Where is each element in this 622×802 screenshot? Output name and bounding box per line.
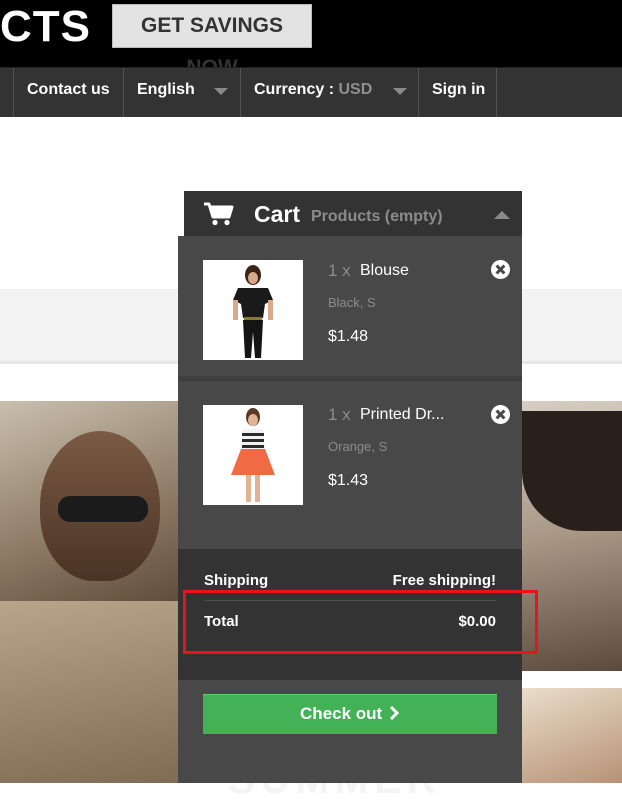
currency-selector[interactable]: Currency : USD — [240, 68, 419, 117]
photo-jacket — [0, 601, 190, 783]
sign-in-link[interactable]: Sign in — [418, 68, 497, 117]
remove-item-icon[interactable] — [491, 260, 510, 279]
product-thumbnail[interactable] — [203, 405, 303, 505]
get-savings-button[interactable]: GET SAVINGS NOW — [112, 4, 312, 79]
top-banner: CTS GET SAVINGS NOW — [0, 0, 622, 79]
cart-item: 1 x Blouse Black, S $1.48 — [178, 236, 522, 376]
item-quantity: 1 x — [328, 261, 351, 280]
item-price: $1.48 — [328, 328, 369, 345]
language-label: English — [137, 81, 195, 98]
banner-photo-man[interactable] — [0, 401, 190, 783]
product-thumbnail[interactable] — [203, 260, 303, 360]
photo-hair — [522, 411, 622, 531]
currency-value: USD — [338, 81, 373, 98]
cart-header[interactable]: Cart Products (empty) — [184, 191, 522, 237]
currency-label: Currency : — [254, 81, 335, 98]
checkout-button[interactable]: Check out — [203, 694, 497, 734]
item-name[interactable]: Blouse — [360, 261, 409, 281]
blouse-model-image — [233, 265, 273, 358]
cart-dropdown: 1 x Blouse Black, S $1.48 1 x Printed Dr… — [178, 236, 522, 783]
site-logo[interactable]: CTS — [0, 2, 91, 52]
cart-title: Cart — [254, 201, 301, 227]
photo-sunglasses — [58, 496, 148, 522]
chevron-up-icon[interactable] — [494, 211, 510, 219]
item-name[interactable]: Printed Dr... — [360, 405, 444, 425]
language-selector[interactable]: English — [123, 68, 241, 117]
header-nav: Contact us English Currency : USD Sign i… — [0, 67, 622, 117]
shopping-cart-icon — [204, 202, 234, 226]
item-attributes: Orange, S — [328, 439, 388, 454]
item-attributes: Black, S — [328, 295, 376, 310]
sign-in-label: Sign in — [432, 81, 486, 98]
chevron-down-icon — [214, 88, 228, 95]
checkout-label: Check out — [300, 704, 383, 723]
total-highlight-box — [183, 590, 538, 654]
cart-item: 1 x Printed Dr... Orange, S $1.43 — [178, 381, 522, 521]
contact-us-label: Contact us — [27, 81, 110, 98]
contact-us-link[interactable]: Contact us — [13, 68, 124, 117]
printed-dress-model-image — [231, 408, 275, 502]
banner-photo-makeup[interactable] — [522, 688, 622, 783]
remove-item-icon[interactable] — [491, 405, 510, 424]
item-quantity: 1 x — [328, 405, 351, 424]
chevron-right-icon — [389, 705, 400, 721]
item-price: $1.43 — [328, 472, 369, 489]
chevron-down-icon — [393, 88, 407, 95]
shipping-value: Free shipping! — [392, 572, 496, 589]
cart-products-status: Products (empty) — [311, 208, 443, 225]
shipping-label: Shipping — [204, 572, 269, 589]
